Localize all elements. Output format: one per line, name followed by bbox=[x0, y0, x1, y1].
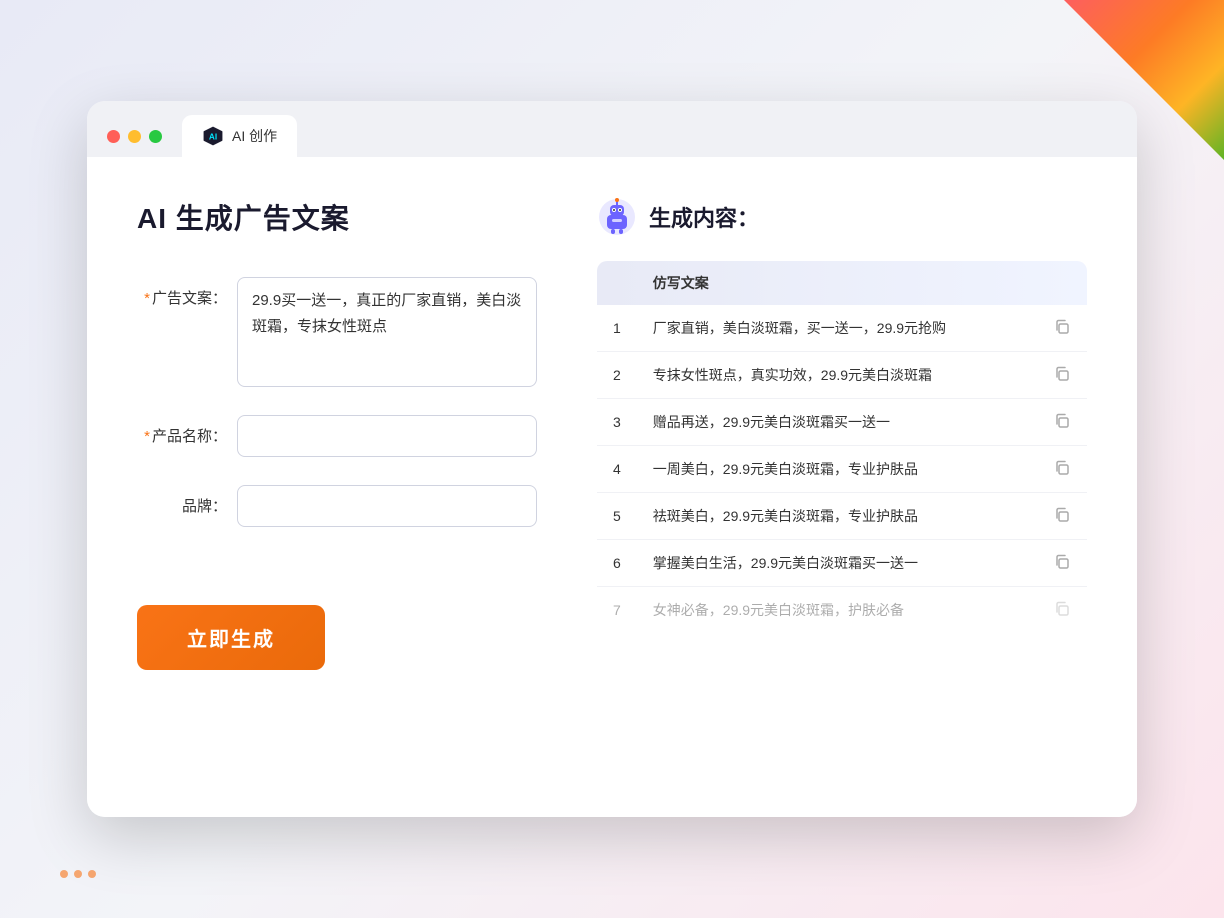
row-text: 一周美白，29.9元美白淡斑霜，专业护肤品 bbox=[637, 446, 1037, 493]
result-header: 生成内容： bbox=[597, 197, 1087, 237]
svg-text:AI: AI bbox=[209, 133, 217, 142]
row-number: 1 bbox=[597, 305, 637, 352]
table-row: 5 祛斑美白，29.9元美白淡斑霜，专业护肤品 bbox=[597, 493, 1087, 540]
result-table: 仿写文案 1 厂家直销，美白淡斑霜，买一送一，29.9元抢购 2 bbox=[597, 261, 1087, 633]
table-row: 2 专抹女性斑点，真实功效，29.9元美白淡斑霜 bbox=[597, 352, 1087, 399]
row-text: 专抹女性斑点，真实功效，29.9元美白淡斑霜 bbox=[637, 352, 1037, 399]
copy-icon[interactable] bbox=[1053, 412, 1071, 430]
copy-cell[interactable] bbox=[1037, 305, 1087, 352]
row-text: 赠品再送，29.9元美白淡斑霜买一送一 bbox=[637, 399, 1037, 446]
browser-tab[interactable]: AI AI 创作 bbox=[182, 115, 297, 157]
brand-group: 品牌： 好白 bbox=[137, 485, 537, 527]
copy-icon[interactable] bbox=[1053, 553, 1071, 571]
row-text: 女神必备，29.9元美白淡斑霜，护肤必备 bbox=[637, 587, 1037, 634]
row-number: 6 bbox=[597, 540, 637, 587]
table-header-copy: 仿写文案 bbox=[637, 261, 1037, 305]
left-panel: AI 生成广告文案 *广告文案： 29.9买一送一，真正的厂家直销，美白淡斑霜，… bbox=[137, 197, 537, 670]
required-star-1: * bbox=[144, 290, 150, 307]
row-text: 掌握美白生活，29.9元美白淡斑霜买一送一 bbox=[637, 540, 1037, 587]
right-panel: 生成内容： 仿写文案 1 厂家直销，美白淡斑霜，买一送一，29.9元抢购 bbox=[597, 197, 1087, 670]
table-header-action bbox=[1037, 261, 1087, 305]
ad-copy-input[interactable]: 29.9买一送一，真正的厂家直销，美白淡斑霜，专抹女性斑点 bbox=[237, 277, 537, 387]
main-layout: AI 生成广告文案 *广告文案： 29.9买一送一，真正的厂家直销，美白淡斑霜，… bbox=[137, 197, 1087, 670]
copy-cell[interactable] bbox=[1037, 399, 1087, 446]
copy-cell[interactable] bbox=[1037, 540, 1087, 587]
browser-content: AI 生成广告文案 *广告文案： 29.9买一送一，真正的厂家直销，美白淡斑霜，… bbox=[87, 157, 1137, 817]
row-number: 7 bbox=[597, 587, 637, 634]
table-row: 6 掌握美白生活，29.9元美白淡斑霜买一送一 bbox=[597, 540, 1087, 587]
table-header-row: 仿写文案 bbox=[597, 261, 1087, 305]
browser-titlebar: AI AI 创作 bbox=[87, 101, 1137, 157]
copy-cell[interactable] bbox=[1037, 493, 1087, 540]
table-row: 4 一周美白，29.9元美白淡斑霜，专业护肤品 bbox=[597, 446, 1087, 493]
tab-title: AI 创作 bbox=[232, 126, 277, 146]
row-number: 4 bbox=[597, 446, 637, 493]
row-text: 厂家直销，美白淡斑霜，买一送一，29.9元抢购 bbox=[637, 305, 1037, 352]
row-number: 3 bbox=[597, 399, 637, 446]
close-button[interactable] bbox=[107, 130, 120, 143]
submit-button[interactable]: 立即生成 bbox=[137, 605, 325, 670]
copy-cell[interactable] bbox=[1037, 446, 1087, 493]
copy-cell[interactable] bbox=[1037, 587, 1087, 634]
page-title: AI 生成广告文案 bbox=[137, 197, 537, 237]
row-text: 祛斑美白，29.9元美白淡斑霜，专业护肤品 bbox=[637, 493, 1037, 540]
result-title: 生成内容： bbox=[649, 201, 759, 233]
table-row: 7 女神必备，29.9元美白淡斑霜，护肤必备 bbox=[597, 587, 1087, 634]
brand-input[interactable]: 好白 bbox=[237, 485, 537, 527]
copy-icon[interactable] bbox=[1053, 506, 1071, 524]
ad-copy-group: *广告文案： 29.9买一送一，真正的厂家直销，美白淡斑霜，专抹女性斑点 bbox=[137, 277, 537, 387]
browser-window: AI AI 创作 AI 生成广告文案 *广告文案： 29.9买一送一，真正的厂家… bbox=[87, 101, 1137, 817]
traffic-lights bbox=[107, 130, 162, 143]
maximize-button[interactable] bbox=[149, 130, 162, 143]
minimize-button[interactable] bbox=[128, 130, 141, 143]
table-row: 3 赠品再送，29.9元美白淡斑霜买一送一 bbox=[597, 399, 1087, 446]
copy-icon[interactable] bbox=[1053, 365, 1071, 383]
row-number: 2 bbox=[597, 352, 637, 399]
copy-icon[interactable] bbox=[1053, 459, 1071, 477]
product-name-group: *产品名称： 美白淡斑霜 bbox=[137, 415, 537, 457]
brand-label: 品牌： bbox=[137, 485, 227, 516]
robot-icon bbox=[597, 197, 637, 237]
product-name-label: *产品名称： bbox=[137, 415, 227, 446]
row-number: 5 bbox=[597, 493, 637, 540]
copy-icon[interactable] bbox=[1053, 318, 1071, 336]
table-header-num bbox=[597, 261, 637, 305]
required-star-2: * bbox=[144, 428, 150, 445]
copy-cell[interactable] bbox=[1037, 352, 1087, 399]
copy-icon[interactable] bbox=[1053, 600, 1071, 618]
ai-tab-icon: AI bbox=[202, 125, 224, 147]
product-name-input[interactable]: 美白淡斑霜 bbox=[237, 415, 537, 457]
table-row: 1 厂家直销，美白淡斑霜，买一送一，29.9元抢购 bbox=[597, 305, 1087, 352]
ad-copy-label: *广告文案： bbox=[137, 277, 227, 308]
